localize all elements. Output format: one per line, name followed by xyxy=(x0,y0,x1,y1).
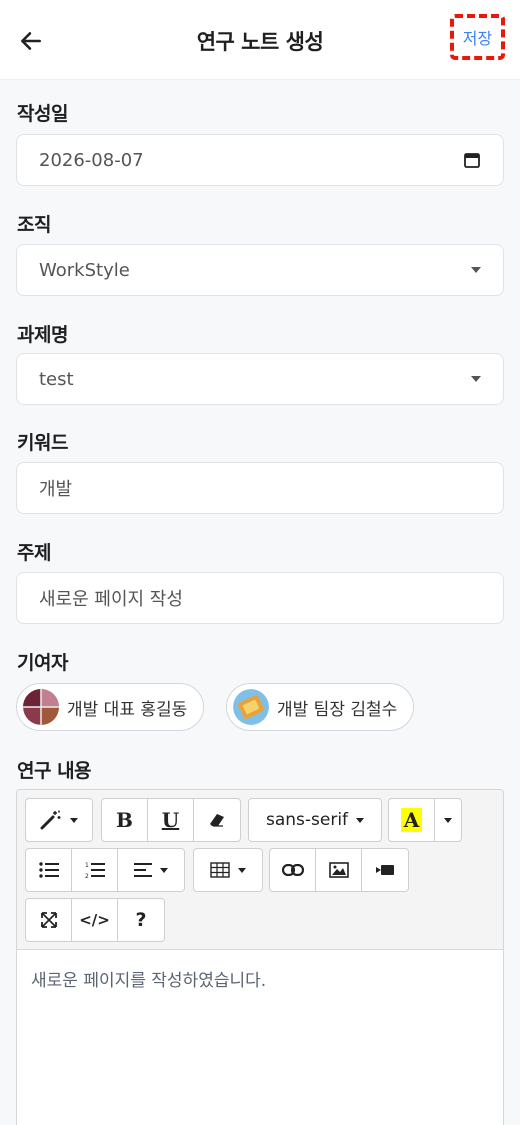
org-value: WorkStyle xyxy=(39,259,130,281)
project-value: test xyxy=(39,368,74,390)
font-name-dropdown[interactable]: sans-serif xyxy=(249,799,381,841)
link-icon xyxy=(281,864,304,876)
back-button[interactable] xyxy=(14,24,48,58)
font-style-group: B U xyxy=(101,798,241,842)
project-select[interactable]: test xyxy=(16,353,504,405)
org-label: 조직 xyxy=(17,214,51,236)
style-dropdown-button[interactable] xyxy=(26,799,92,841)
table-dropdown-button[interactable] xyxy=(194,849,262,891)
contributors-label: 기여자 xyxy=(17,652,68,674)
date-field[interactable]: 2026-08-07 xyxy=(16,134,504,186)
dropdown-caret-icon xyxy=(238,867,246,873)
image-icon xyxy=(328,862,349,878)
keyword-value: 개발 xyxy=(39,479,73,500)
help-button[interactable]: ? xyxy=(118,899,164,941)
org-select[interactable]: WorkStyle xyxy=(16,244,504,296)
save-button[interactable]: 저장 xyxy=(450,14,505,60)
fullscreen-button[interactable] xyxy=(26,899,72,941)
font-name-label: sans-serif xyxy=(265,810,349,830)
subject-input[interactable]: 새로운 페이지 작성 xyxy=(16,572,504,624)
insert-link-button[interactable] xyxy=(270,849,316,891)
editor-content[interactable]: 새로운 페이지를 작성하였습니다. xyxy=(31,966,266,991)
color-dropdown-button[interactable] xyxy=(435,799,461,841)
contributor-chip[interactable]: 개발 팀장 김철수 xyxy=(226,683,415,731)
arrow-left-icon xyxy=(21,32,41,50)
contributor-name: 개발 대표 홍길동 xyxy=(67,699,188,720)
font-name-group: sans-serif xyxy=(248,798,382,842)
magic-wand-icon xyxy=(40,810,61,830)
align-left-icon xyxy=(134,863,152,877)
page-title: 연구 노트 생성 xyxy=(196,30,324,54)
keyword-input[interactable]: 개발 xyxy=(16,462,504,514)
fullscreen-icon xyxy=(40,912,57,928)
dropdown-caret-icon xyxy=(70,817,78,823)
subject-value: 새로운 페이지 작성 xyxy=(39,589,183,610)
dropdown-caret-icon xyxy=(444,817,452,823)
content-label: 연구 내용 xyxy=(17,760,92,782)
video-icon xyxy=(376,865,394,875)
rich-text-editor: B U sans-serif A 1 2 </> ? 새로운 페이지를 작성하였… xyxy=(16,789,504,1125)
dropdown-caret-icon xyxy=(471,376,481,382)
highlight-icon: A xyxy=(400,808,423,832)
style-group xyxy=(25,798,93,842)
avatar xyxy=(233,689,269,725)
eraser-icon xyxy=(210,814,224,827)
date-label: 작성일 xyxy=(17,103,68,125)
dropdown-caret-icon xyxy=(471,267,481,273)
eraser-button[interactable] xyxy=(194,799,240,841)
editor-toolbar: B U sans-serif A 1 2 </> ? xyxy=(17,790,503,950)
table-icon xyxy=(210,862,230,878)
ordered-list-button[interactable]: 1 2 xyxy=(72,849,118,891)
align-dropdown-button[interactable] xyxy=(118,849,184,891)
unordered-list-button[interactable] xyxy=(26,849,72,891)
insert-group xyxy=(269,848,409,892)
app-bar: 연구 노트 생성 저장 xyxy=(0,0,520,80)
ordered-list-icon: 1 2 xyxy=(85,862,105,879)
project-label: 과제명 xyxy=(17,324,68,346)
color-group: A xyxy=(388,798,462,842)
avatar xyxy=(23,689,59,725)
bold-button[interactable]: B xyxy=(102,799,148,841)
unordered-list-icon xyxy=(38,862,59,878)
keyword-label: 키워드 xyxy=(17,432,68,454)
date-value: 2026-08-07 xyxy=(39,149,144,171)
insert-video-button[interactable] xyxy=(362,849,408,891)
code-view-button[interactable]: </> xyxy=(72,899,118,941)
dropdown-caret-icon xyxy=(160,867,168,873)
table-group xyxy=(193,848,263,892)
calendar-icon[interactable] xyxy=(463,151,481,169)
paragraph-group: 1 2 xyxy=(25,848,185,892)
dropdown-caret-icon xyxy=(356,817,365,823)
contributor-name: 개발 팀장 김철수 xyxy=(277,699,398,720)
svg-text:1: 1 xyxy=(85,862,89,869)
view-group: </> ? xyxy=(25,898,165,942)
svg-text:2: 2 xyxy=(85,873,89,879)
underline-button[interactable]: U xyxy=(148,799,194,841)
insert-image-button[interactable] xyxy=(316,849,362,891)
contributor-chip[interactable]: 개발 대표 홍길동 xyxy=(16,683,205,731)
highlight-color-button[interactable]: A xyxy=(389,799,435,841)
subject-label: 주제 xyxy=(17,542,51,564)
